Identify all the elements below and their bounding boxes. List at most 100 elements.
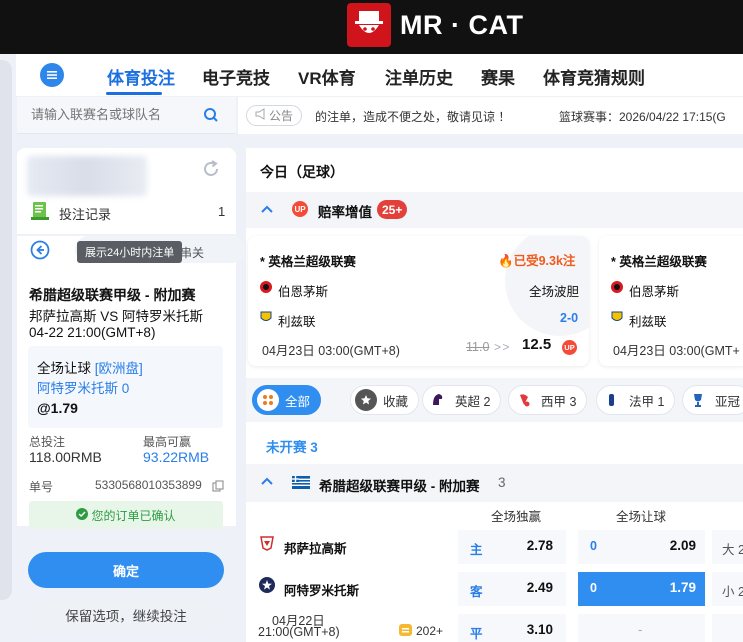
ou-cell-draw [712, 614, 743, 642]
ou-label: 小 2 [722, 585, 743, 599]
announcement-pill[interactable]: 公告 [246, 105, 302, 126]
odds-boost-header[interactable]: UP 赔率增值 25+ [246, 192, 743, 228]
slip-time: 04-22 21:00(GMT+8) [29, 325, 156, 340]
filter-ligue1[interactable]: 法甲 1 [596, 385, 676, 415]
notice-basketball: 篮球赛事：2026/04/22 17:15(G [559, 110, 726, 124]
notice-text: 的注单，造成不便之处，敬请见谅 ！ [315, 110, 511, 124]
main-content: 今日（足球） UP 赔率增值 25+ * 英格兰超级联赛 🔥已受9.3k注 伯恩… [246, 148, 743, 642]
ou-cell-away[interactable]: 小 2 [712, 572, 743, 606]
tab-vr-sports[interactable]: VR体育 [298, 64, 356, 89]
tab-sports-betting[interactable]: 体育投注 [107, 64, 175, 89]
selection-team: 阿特罗米托斯 0 [37, 381, 130, 396]
odds-row-draw: 平 3.10 - [458, 614, 743, 642]
card-up-badge: UP [562, 340, 577, 355]
bet-record-label[interactable]: 投注记录 [59, 204, 111, 223]
left-collapse-strip[interactable] [0, 60, 12, 600]
not-started-label[interactable]: 未开赛 3 [266, 436, 318, 456]
card-score: 2-0 [560, 311, 579, 325]
total-bet-label: 总投注 [29, 435, 66, 449]
active-tab-underline [106, 92, 162, 95]
chevron-up-icon[interactable] [260, 203, 274, 222]
card-team-home: 伯恩茅斯 [278, 285, 329, 299]
chevron-up-icon[interactable] [260, 475, 274, 494]
league-match-count: 3 [498, 475, 506, 490]
odds-label: 客 [470, 585, 483, 599]
handicap-cell-away-selected[interactable]: 0 1.79 [578, 572, 705, 606]
card2-team-home: 伯恩茅斯 [629, 285, 680, 299]
selection-odds: @1.79 [37, 400, 78, 416]
handicap-cell-home[interactable]: 0 2.09 [578, 530, 705, 564]
menu-icon[interactable] [40, 63, 64, 87]
ou-cell-home[interactable]: 大 2 [712, 530, 743, 564]
boost-count-badge: 25+ [377, 200, 408, 219]
odds-cell-away[interactable]: 客 2.49 [458, 572, 566, 606]
cat-logo-icon[interactable] [347, 3, 391, 47]
filter-laliga-label: 西甲 3 [541, 394, 577, 409]
laliga-icon [513, 389, 535, 411]
card2-team-away: 利兹联 [629, 315, 667, 329]
leeds-crest-icon [610, 310, 624, 329]
search-icon[interactable] [203, 107, 219, 128]
check-circle-icon [76, 507, 89, 523]
tab-esports[interactable]: 电子竞技 [202, 64, 270, 89]
order-number-value: 5330568010353899 [95, 478, 202, 492]
odds-row-home: 主 2.78 0 2.09 大 2 [458, 530, 743, 566]
odds-row-away: 客 2.49 0 1.79 小 2 [458, 572, 743, 608]
tab-parlay[interactable]: 串关 [180, 244, 204, 261]
slip-match: 邦萨拉高斯 VS 阿特罗米托斯 [29, 309, 204, 324]
tab-bet-history[interactable]: 注单历史 [385, 64, 453, 89]
slip-league: 希腊超级联赛甲级 - 附加赛 [29, 287, 196, 303]
bournemouth-crest-icon [610, 280, 624, 299]
hot-text: 已受9.3k注 [513, 254, 576, 268]
top-bar: MR · CAT [0, 0, 743, 54]
brand-title: MR · CAT [400, 10, 524, 40]
confirm-button[interactable]: 确定 [28, 552, 224, 588]
boost-card-2[interactable]: * 英格兰超级联赛 伯恩茅斯 利兹联 04月23日 03:00(GMT+ [599, 236, 743, 366]
match-time: 21:00(GMT+8) [258, 625, 340, 639]
filter-afc[interactable]: 亚冠 [682, 385, 743, 415]
filter-afc-label: 亚冠 [715, 394, 741, 409]
bet-record-icon [29, 200, 51, 227]
odds-cell-draw[interactable]: 平 3.10 [458, 614, 566, 642]
megaphone-icon [255, 108, 267, 123]
handicap-line: 0 [590, 581, 597, 595]
keep-selection-button[interactable]: 保留选项，继续投注 [28, 598, 224, 632]
odds-cell-home[interactable]: 主 2.78 [458, 530, 566, 564]
handicap-cell-draw: - [578, 614, 705, 642]
filter-all[interactable]: 全部 [252, 385, 322, 415]
market-label: [欧洲盘] [94, 361, 143, 376]
slip-selection: 全场让球 [欧洲盘] 阿特罗米托斯 0 @1.79 [28, 346, 223, 428]
ligue1-icon [601, 389, 623, 411]
tab-rules[interactable]: 体育竞猜规则 [543, 64, 645, 89]
card-market: 全场波胆 [529, 285, 580, 299]
bournemouth-crest-icon [259, 280, 273, 299]
odds-label: 主 [470, 543, 483, 557]
league-filter-row: 全部 收藏 英超 2 西甲 3 法甲 1 亚冠 [246, 378, 743, 422]
team-away: 阿特罗米托斯 [284, 584, 360, 598]
up-badge: UP [292, 201, 308, 217]
filter-epl-label: 英超 2 [455, 394, 491, 409]
order-number-label: 单号 [29, 480, 54, 494]
odds-label: 平 [470, 627, 483, 641]
card-hot-count: 🔥已受9.3k注 [498, 254, 576, 268]
filter-laliga[interactable]: 西甲 3 [508, 385, 588, 415]
tab-results[interactable]: 赛果 [481, 64, 515, 89]
copy-icon[interactable] [212, 479, 224, 497]
filter-epl[interactable]: 英超 2 [422, 385, 502, 415]
search-input[interactable] [31, 107, 201, 122]
league-header[interactable]: 希腊超级联赛甲级 - 附加赛 3 [246, 464, 743, 502]
empty-dash: - [638, 622, 643, 637]
refresh-icon[interactable] [201, 159, 221, 184]
user-card: 投注记录 1 [17, 148, 236, 234]
card-team-away: 利兹联 [278, 315, 316, 329]
card-new-odds[interactable]: 12.5 [522, 336, 551, 353]
card-old-odds: 11.0 [466, 340, 490, 354]
notice-bar: 公告 的注单，造成不便之处，敬请见谅 ！ 篮球赛事：2026/04/22 17:… [238, 97, 743, 134]
col-header-moneyline: 全场独赢 [491, 510, 542, 524]
back-arrow-icon[interactable] [30, 240, 50, 265]
boost-title: 赔率增值 [318, 205, 372, 220]
boost-card[interactable]: * 英格兰超级联赛 🔥已受9.3k注 伯恩茅斯 利兹联 全场波胆 2-0 04月… [248, 236, 589, 366]
more-markets-count[interactable]: 202+ [416, 624, 443, 638]
filter-favorites[interactable]: 收藏 [350, 385, 420, 415]
handicap-odds: 2.09 [669, 538, 696, 553]
